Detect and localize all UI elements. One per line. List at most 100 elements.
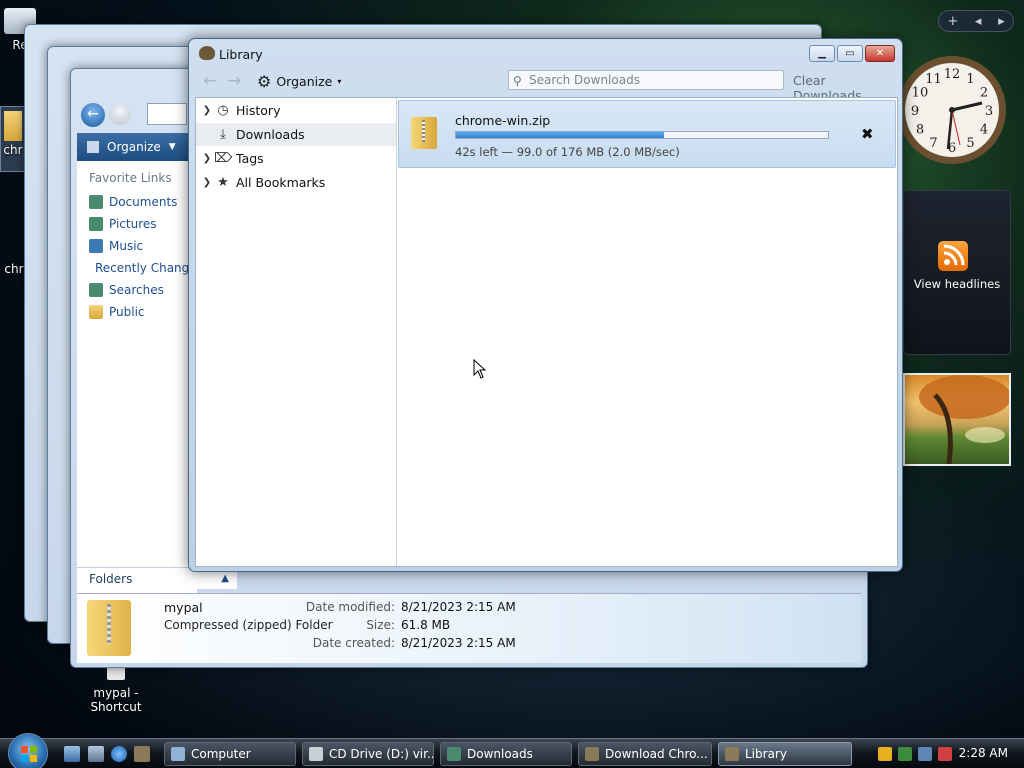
feed-headlines-gadget[interactable]: View headlines [903,190,1011,355]
rss-icon [938,241,968,271]
windows-logo-icon [21,746,37,762]
taskbar-button-label: Downloads [467,747,533,761]
details-pane: mypal Compressed (zipped) Folder Date mo… [77,593,861,663]
tree-item-tags[interactable]: ❯ ⌦ Tags [196,147,396,170]
search-placeholder: Search Downloads [529,73,640,87]
expand-arrow-icon[interactable]: ❯ [200,105,214,116]
taskbar-button-computer[interactable]: Computer [164,742,296,766]
window-title: Library [219,47,263,62]
taskbar-button-label: Computer [191,747,251,761]
mypal-shortcut-icon [107,666,125,680]
computer-icon [171,747,185,761]
close-button[interactable]: ✕ [865,45,895,62]
tree-item-downloads[interactable]: ⤓ Downloads [196,123,396,146]
favorite-link-label: Recently Changed [95,261,197,275]
clock-gadget[interactable]: 12 1234567891011 [900,50,1010,170]
expand-arrow-icon[interactable]: ❯ [200,177,214,188]
taskbar-button-label: CD Drive (D:) vir... [329,747,434,761]
cancel-download-button[interactable]: ✖ [861,125,874,143]
favorite-link-public[interactable]: Public [77,301,197,323]
next-gadget-icon[interactable]: ▸ [998,14,1005,29]
address-bar[interactable] [147,103,187,125]
mypal-quicklaunch-icon[interactable] [134,746,150,762]
view-headlines-link[interactable]: View headlines [904,277,1010,291]
search-icon: ⚲ [513,74,522,88]
favorite-link-recently-changed[interactable]: Recently Changed [77,257,197,279]
organize-menu-button[interactable]: ⚙ Organize ▾ [257,72,341,91]
taskbar-button-cd-drive[interactable]: CD Drive (D:) vir... [302,742,434,766]
library-titlebar[interactable]: Library ▁ ▭ ✕ [189,39,902,67]
organize-label: Organize [276,74,333,89]
show-desktop-icon[interactable] [64,746,80,762]
favorite-link-documents[interactable]: Documents [77,191,197,213]
tree-item-all-bookmarks[interactable]: ❯ ★ All Bookmarks [196,171,396,194]
taskbar-button-library[interactable]: Library [718,742,852,766]
taskbar-button-download-chrome[interactable]: Download Chro... [578,742,712,766]
clock-number: 10 [912,86,929,101]
tree-item-label: History [236,103,281,118]
download-filename: chrome-win.zip [455,113,551,128]
close-icon: ✖ [861,125,874,143]
download-item[interactable]: chrome-win.zip 42s left — 99.0 of 176 MB… [398,100,896,168]
cd-drive-icon [309,747,323,761]
details-date-created-label: Date created: [312,636,395,650]
chevron-down-icon: ▾ [337,77,342,86]
chevron-down-icon: ▼ [168,142,176,152]
favorite-link-searches[interactable]: Searches [77,279,197,301]
desktop-icon-mypal-shortcut[interactable]: mypal - Shortcut [86,666,146,714]
organize-button[interactable]: Organize [107,140,161,154]
details-date-modified-value: 8/21/2023 2:15 AM [401,600,516,614]
download-icon: ⤓ [220,127,226,142]
tree-item-label: Tags [236,151,264,166]
tree-item-history[interactable]: ❯ ◷ History [196,99,396,122]
taskbar: Computer CD Drive (D:) vir... Downloads … [0,733,1024,768]
previous-gadget-icon[interactable]: ◂ [975,14,982,29]
library-window[interactable]: Library ▁ ▭ ✕ ← → ⚙ Organize ▾ ⚲ Search … [188,38,903,572]
tag-icon: ⌦ [214,151,233,166]
sidebar-controls: + ◂ ▸ [938,10,1014,32]
favorite-links-pane: Favorite Links Documents Pictures Music … [77,161,197,635]
minimize-icon: ▁ [818,48,826,59]
forward-arrow-icon[interactable]: → [227,71,241,91]
windows-update-icon[interactable] [898,747,912,761]
expand-arrow-icon[interactable]: ❯ [200,153,214,164]
favorite-link-music[interactable]: Music [77,235,197,257]
zip-folder-icon [87,600,131,656]
clock-number: 4 [980,123,988,138]
start-button[interactable] [8,733,48,768]
taskbar-button-label: Download Chro... [605,747,708,761]
mypal-icon [585,747,599,761]
back-arrow-icon[interactable]: ← [203,71,217,91]
slideshow-gadget[interactable] [903,373,1011,466]
network-icon[interactable] [918,747,932,761]
favorite-link-label: Music [109,239,144,253]
forward-button[interactable] [109,103,131,125]
taskbar-clock[interactable]: 2:28 AM [959,746,1008,760]
switch-windows-icon[interactable] [88,746,104,762]
zip-file-icon [411,117,437,149]
volume-muted-icon[interactable] [938,747,952,761]
maximize-button[interactable]: ▭ [837,45,863,62]
minimize-button[interactable]: ▁ [809,45,835,62]
favorite-link-pictures[interactable]: Pictures [77,213,197,235]
clock-number: 7 [929,136,937,151]
back-button[interactable]: ← [81,103,105,127]
search-downloads-input[interactable]: ⚲ Search Downloads [508,70,784,90]
add-gadget-icon[interactable]: + [947,14,958,29]
security-shield-icon[interactable] [878,747,892,761]
desktop-icon-chrome-folder[interactable]: chr [0,106,26,172]
details-size-value: 61.8 MB [401,618,451,632]
clock-number: 3 [985,104,993,119]
internet-explorer-icon[interactable] [111,746,127,762]
taskbar-button-downloads[interactable]: Downloads [440,742,572,766]
mypal-app-icon [199,46,215,60]
folder-icon [89,305,103,319]
folder-icon [447,747,461,761]
download-status: 42s left — 99.0 of 176 MB (2.0 MB/sec) [455,145,680,159]
documents-icon [89,195,103,209]
clock-number: 5 [966,136,974,151]
clock-number: 1 [966,72,974,87]
clock-number: 12 [944,67,961,82]
library-toolbar: ← → ⚙ Organize ▾ ⚲ Search Downloads Clea… [195,67,898,103]
desktop-icon-chrome[interactable]: chr [2,262,26,276]
